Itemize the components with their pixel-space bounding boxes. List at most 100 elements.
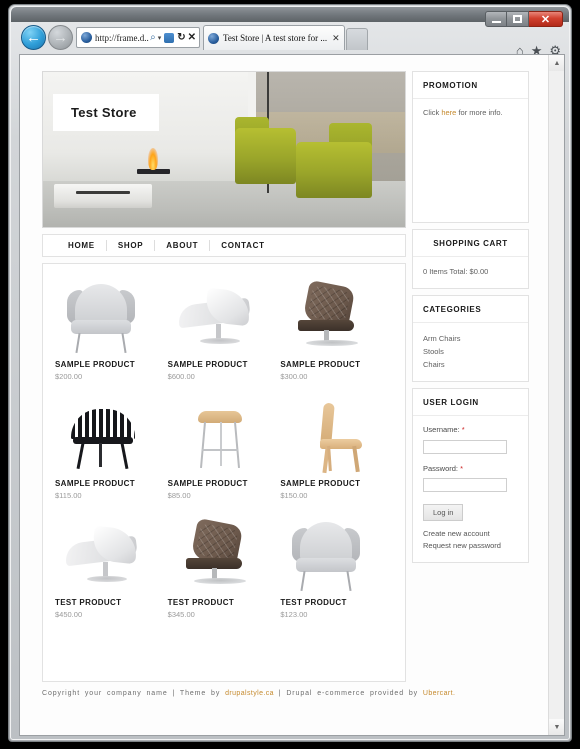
promotion-body: Click here for more info. xyxy=(413,99,528,129)
site-container: Test Store HOME SHOP ABOUT CONTACT SAMPL… xyxy=(42,71,529,703)
tab-title: Test Store | A test store for ... xyxy=(223,33,328,43)
product-title: SAMPLE PRODUCT xyxy=(167,360,248,369)
product-card[interactable]: SAMPLE PRODUCT $85.00 xyxy=(167,399,276,500)
product-price: $600.00 xyxy=(167,372,195,381)
minimize-icon xyxy=(491,20,501,23)
address-bar[interactable]: http://frame.d... ⌕ ▾ ↻ ✕ xyxy=(76,27,200,48)
product-card[interactable]: SAMPLE PRODUCT $200.00 xyxy=(55,280,163,381)
promotion-text-after: for more info. xyxy=(456,108,503,117)
refresh-icon[interactable]: ↻ xyxy=(177,32,185,43)
hero-flame-icon xyxy=(147,147,158,170)
rss-feed-icon[interactable] xyxy=(164,32,175,43)
web-page: Test Store HOME SHOP ABOUT CONTACT SAMPL… xyxy=(20,55,549,735)
main-navigation: HOME SHOP ABOUT CONTACT xyxy=(42,234,406,257)
product-title: SAMPLE PRODUCT xyxy=(55,360,136,369)
product-image-leather-swivel-chair[interactable] xyxy=(167,517,272,594)
window-controls: ✕ xyxy=(485,11,563,27)
create-new-account-link[interactable]: Create new account xyxy=(423,528,518,540)
search-icon[interactable]: ⌕ xyxy=(150,32,156,43)
password-input[interactable] xyxy=(423,478,507,492)
scroll-up-icon[interactable]: ▲ xyxy=(549,55,564,71)
maximize-button[interactable] xyxy=(507,11,529,27)
product-price: $345.00 xyxy=(167,610,195,619)
user-login-block: USER LOGIN Username: * Password: * Log i… xyxy=(412,388,529,563)
product-price: $115.00 xyxy=(55,491,82,500)
username-label: Username: * xyxy=(423,425,518,434)
product-card[interactable]: SAMPLE PRODUCT $300.00 xyxy=(280,279,388,381)
product-image-wing-chair[interactable] xyxy=(55,280,159,356)
shopping-cart-title: SHOPPING CART xyxy=(413,230,528,257)
username-label-text: Username: xyxy=(423,425,460,434)
product-image-wing-chair[interactable] xyxy=(280,518,385,594)
product-card[interactable]: SAMPLE PRODUCT $600.00 xyxy=(167,280,276,381)
forward-arrow-icon: → xyxy=(53,29,68,46)
promotion-text: Click here for more info. xyxy=(423,107,518,119)
product-row: SAMPLE PRODUCT $115.00 SAMPLE PRODUCT $8… xyxy=(55,399,393,500)
browser-window: ✕ ← → http://frame.d... ⌕ ▾ ↻ ✕ Test Sto… xyxy=(8,4,572,742)
product-price: $450.00 xyxy=(55,610,83,619)
product-card[interactable]: SAMPLE PRODUCT $115.00 xyxy=(55,399,163,500)
footer-theme-link[interactable]: drupalstyle.ca xyxy=(225,690,274,697)
tab-close-icon[interactable]: ✕ xyxy=(332,33,340,44)
product-row: TEST PRODUCT $450.00 TEST PRODUCT $345.0… xyxy=(55,517,393,619)
site-footer: Copyright your company name | Theme by d… xyxy=(42,690,529,703)
sidebar: PROMOTION Click here for more info. SHOP… xyxy=(412,71,529,569)
nav-item-shop[interactable]: SHOP xyxy=(107,240,156,251)
forward-button[interactable]: → xyxy=(48,25,73,50)
user-login-body: Username: * Password: * Log in Create ne… xyxy=(413,416,528,562)
footer-separator-1: | xyxy=(172,690,176,697)
product-image-leather-swivel-chair[interactable] xyxy=(280,279,385,356)
product-card[interactable]: SAMPLE PRODUCT $150.00 xyxy=(280,399,388,500)
new-tab-button[interactable] xyxy=(345,28,368,50)
stop-icon[interactable]: ✕ xyxy=(188,32,196,43)
log-in-button[interactable]: Log in xyxy=(423,504,464,521)
hero-banner: Test Store xyxy=(42,71,406,228)
close-window-button[interactable]: ✕ xyxy=(529,11,563,27)
scroll-down-icon[interactable]: ▼ xyxy=(549,719,564,735)
cart-summary: 0 Items Total: $0.00 xyxy=(423,267,489,276)
product-card[interactable]: TEST PRODUCT $345.00 xyxy=(167,517,276,619)
tab-favicon-icon xyxy=(208,32,219,44)
product-price: $150.00 xyxy=(280,491,308,500)
nav-item-contact[interactable]: CONTACT xyxy=(210,240,275,251)
main-column: Test Store HOME SHOP ABOUT CONTACT SAMPL… xyxy=(42,71,406,682)
product-image-fan-stool[interactable] xyxy=(55,399,159,475)
site-logo[interactable]: Test Store xyxy=(53,94,159,131)
categories-block: CATEGORIES Arm Chairs Stools Chairs xyxy=(412,295,529,382)
browser-window-inner: ✕ ← → http://frame.d... ⌕ ▾ ↻ ✕ Test Sto… xyxy=(10,6,570,740)
nav-item-home[interactable]: HOME xyxy=(57,240,107,251)
site-logo-text: Test Store xyxy=(71,105,137,120)
product-price: $85.00 xyxy=(167,491,191,500)
product-price: $300.00 xyxy=(280,372,308,381)
minimize-button[interactable] xyxy=(485,11,507,27)
url-text: http://frame.d... xyxy=(95,32,150,43)
product-image-bar-stool[interactable] xyxy=(167,399,272,475)
chevron-down-icon[interactable]: ▾ xyxy=(158,34,162,42)
tab-strip: Test Store | A test store for ... ✕ xyxy=(203,25,368,50)
promotion-here-link[interactable]: here xyxy=(441,108,456,117)
category-item-arm-chairs[interactable]: Arm Chairs xyxy=(423,332,518,345)
product-image-swivel-lounge[interactable] xyxy=(167,280,272,356)
product-card[interactable]: TEST PRODUCT $123.00 xyxy=(280,518,388,619)
category-item-chairs[interactable]: Chairs xyxy=(423,358,518,371)
site-main: Test Store HOME SHOP ABOUT CONTACT SAMPL… xyxy=(42,71,529,682)
footer-ubercart-link[interactable]: Ubercart. xyxy=(423,690,455,697)
footer-ecommerce-by: Drupal e-commerce provided by xyxy=(286,690,419,697)
product-price: $200.00 xyxy=(55,372,83,381)
product-image-swivel-lounge[interactable] xyxy=(55,518,159,594)
categories-title: CATEGORIES xyxy=(413,296,528,323)
back-button[interactable]: ← xyxy=(21,25,46,50)
shopping-cart-block: SHOPPING CART 0 Items Total: $0.00 xyxy=(412,229,529,289)
product-title: SAMPLE PRODUCT xyxy=(167,479,248,488)
page-scrollbar[interactable]: ▲ ▼ xyxy=(548,55,564,735)
category-item-stools[interactable]: Stools xyxy=(423,345,518,358)
product-title: TEST PRODUCT xyxy=(167,598,235,607)
username-input[interactable] xyxy=(423,439,507,454)
product-title: TEST PRODUCT xyxy=(55,598,122,607)
nav-item-about[interactable]: ABOUT xyxy=(155,240,211,251)
product-card[interactable]: TEST PRODUCT $450.00 xyxy=(55,518,163,619)
product-image-wood-side-chair[interactable] xyxy=(280,399,385,475)
request-new-password-link[interactable]: Request new password xyxy=(423,540,518,552)
tab-test-store[interactable]: Test Store | A test store for ... ✕ xyxy=(203,25,345,50)
browser-viewport: Test Store HOME SHOP ABOUT CONTACT SAMPL… xyxy=(19,54,565,736)
